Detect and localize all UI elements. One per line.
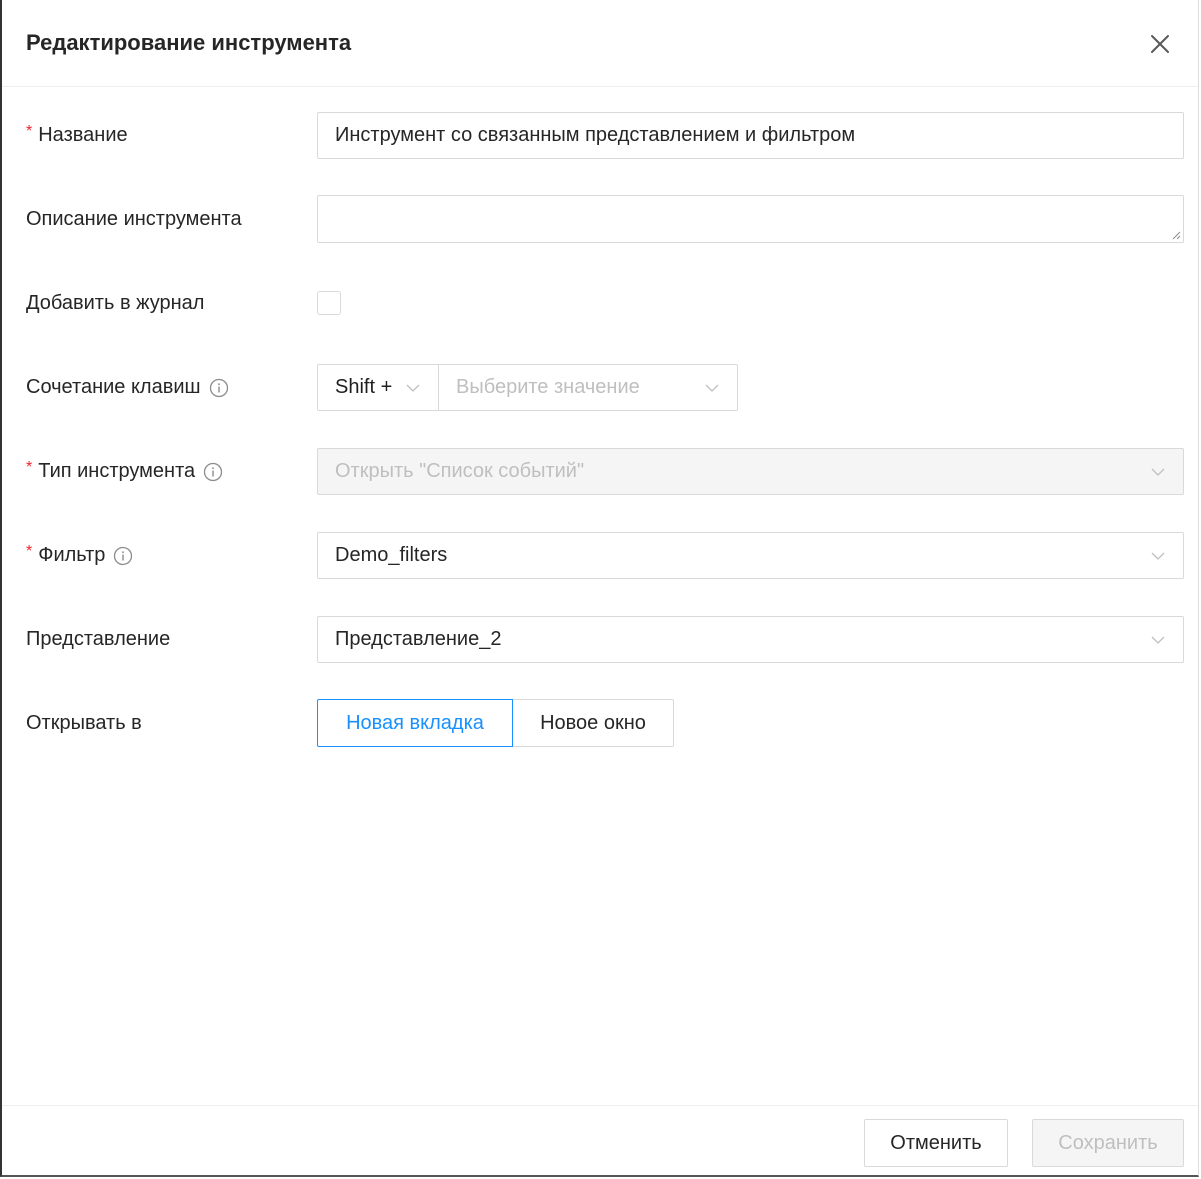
cancel-button[interactable]: Отменить	[864, 1119, 1008, 1167]
chevron-down-icon	[1150, 632, 1166, 648]
dialog-footer: Отменить Сохранить	[2, 1105, 1198, 1176]
tool-type-select: Открыть "Список событий"	[317, 448, 1184, 495]
chevron-down-icon	[1150, 548, 1166, 564]
chevron-down-icon	[405, 380, 421, 396]
hotkey-combo: Shift + Выберите значение	[317, 364, 738, 411]
edit-tool-dialog: Редактирование инструмента * Название Ин…	[0, 0, 1199, 1177]
open-in-label: Открывать в	[26, 712, 142, 734]
dialog-title: Редактирование инструмента	[26, 30, 352, 55]
add-to-journal-checkbox[interactable]	[317, 291, 341, 315]
name-label: * Название	[26, 122, 128, 147]
close-button[interactable]	[1146, 30, 1174, 58]
hotkey-key-select[interactable]: Выберите значение	[438, 364, 738, 411]
name-input[interactable]: Инструмент со связанным представлением и…	[317, 112, 1184, 159]
filter-select[interactable]: Demo_filters	[317, 532, 1184, 579]
save-button[interactable]: Сохранить	[1032, 1119, 1184, 1167]
add-to-journal-label: Добавить в журнал	[26, 292, 205, 314]
open-in-new-window-button[interactable]: Новое окно	[512, 699, 674, 747]
required-mark: *	[26, 542, 33, 560]
open-in-radio-group: Новая вкладка Новое окно	[317, 699, 674, 747]
info-icon[interactable]	[203, 462, 223, 482]
chevron-down-icon	[1150, 464, 1166, 480]
info-icon[interactable]	[209, 378, 229, 398]
required-mark: *	[26, 122, 33, 140]
view-label: Представление	[26, 628, 171, 650]
required-mark: *	[26, 458, 33, 476]
info-icon[interactable]	[113, 546, 133, 566]
close-icon	[1151, 35, 1169, 53]
view-select[interactable]: Представление_2	[317, 616, 1184, 663]
open-in-new-tab-button[interactable]: Новая вкладка	[317, 699, 513, 747]
tool-type-label: * Тип инструмента	[26, 458, 223, 483]
filter-label: * Фильтр	[26, 542, 133, 567]
resize-handle-icon[interactable]	[1171, 230, 1181, 240]
dialog-header: Редактирование инструмента	[2, 0, 1198, 87]
description-label: Описание инструмента	[26, 208, 242, 230]
description-textarea[interactable]	[317, 195, 1184, 243]
hotkey-modifier-select[interactable]: Shift +	[317, 364, 439, 411]
hotkey-label: Сочетание клавиш	[26, 376, 229, 399]
chevron-down-icon	[704, 380, 720, 396]
